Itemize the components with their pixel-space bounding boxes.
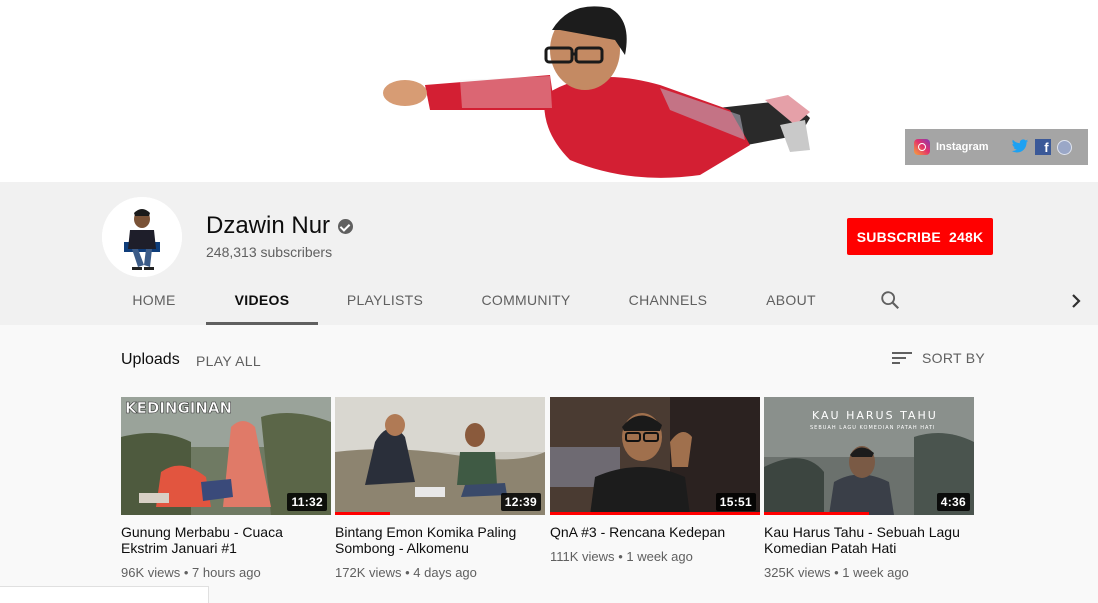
watch-progress [764, 512, 869, 515]
video-views: 111K views [550, 549, 615, 564]
video-thumbnail[interactable]: 15:51 [550, 397, 760, 515]
channel-header: Dzawin Nur 248,313 subscribers SUBSCRIBE… [0, 182, 1098, 325]
video-age: 4 days ago [413, 565, 477, 580]
video-title[interactable]: QnA #3 - Rencana Kedepan [550, 524, 760, 540]
subscriber-count: 248,313 subscribers [206, 244, 333, 260]
video-thumbnail[interactable]: KEDINGINAN 11:32 [121, 397, 331, 515]
thumbnail-caption: KEDINGINAN [125, 399, 232, 417]
channel-banner: Instagram f [0, 0, 1098, 182]
play-all-button[interactable]: PLAY ALL [196, 353, 261, 369]
video-age: 1 week ago [626, 549, 693, 564]
subscribe-button[interactable]: SUBSCRIBE 248K [847, 218, 993, 255]
tab-playlists[interactable]: PLAYLISTS [334, 279, 436, 325]
video-views: 172K views [335, 565, 402, 580]
footer-edge [0, 586, 209, 603]
subscribe-label: SUBSCRIBE [856, 228, 941, 245]
tab-channels[interactable]: CHANNELS [616, 279, 720, 325]
video-title[interactable]: Gunung Merbabu - Cuaca Ekstrim Januari #… [121, 524, 331, 556]
video-age: 1 week ago [842, 565, 909, 580]
video-meta: 111K views • 1 week ago [550, 549, 760, 564]
video-duration: 15:51 [715, 493, 756, 511]
tab-home[interactable]: HOME [118, 279, 190, 325]
video-card[interactable]: KAU HARUS TAHU SEBUAH LAGU KOMEDIAN PATA… [764, 397, 974, 580]
video-views: 96K views [121, 565, 181, 580]
subscribe-count: 248K [948, 228, 984, 245]
watch-progress [335, 512, 390, 515]
video-title[interactable]: Bintang Emon Komika Paling Sombong - Alk… [335, 524, 545, 556]
sort-label: SORT BY [922, 350, 986, 366]
channel-tabs: HOME VIDEOS PLAYLISTS COMMUNITY CHANNELS… [0, 279, 1098, 325]
channel-page: Instagram f Dzawin Nur 248,313 subscribe… [0, 0, 1098, 603]
sort-by-button[interactable]: SORT BY [892, 350, 985, 366]
tab-about[interactable]: ABOUT [752, 279, 830, 325]
video-meta: 96K views • 7 hours ago [121, 565, 331, 580]
tab-community[interactable]: COMMUNITY [468, 279, 584, 325]
chevron-right-icon[interactable] [1066, 291, 1086, 311]
watch-progress [550, 512, 760, 515]
uploads-heading: Uploads [121, 351, 180, 368]
video-meta: 325K views • 1 week ago [764, 565, 974, 580]
video-thumbnail[interactable]: 12:39 [335, 397, 545, 515]
video-duration: 11:32 [287, 493, 327, 511]
video-title[interactable]: Kau Harus Tahu - Sebuah Lagu Komedian Pa… [764, 524, 974, 556]
verified-badge-icon [338, 218, 354, 234]
video-duration: 4:36 [936, 493, 970, 511]
video-card[interactable]: 15:51 QnA #3 - Rencana Kedepan 111K view… [550, 397, 760, 564]
meta-separator: • [183, 565, 193, 580]
twitter-icon[interactable] [1011, 139, 1029, 155]
channel-name-text: Dzawin Nur [206, 212, 331, 239]
video-views: 325K views [764, 565, 831, 580]
video-age: 7 hours ago [192, 565, 261, 580]
video-thumbnail[interactable]: KAU HARUS TAHU SEBUAH LAGU KOMEDIAN PATA… [764, 397, 974, 515]
channel-avatar[interactable] [102, 197, 182, 277]
video-card[interactable]: 12:39 Bintang Emon Komika Paling Sombong… [335, 397, 545, 580]
video-card[interactable]: KEDINGINAN 11:32 Gunung Merbabu - Cuaca … [121, 397, 331, 580]
channel-name: Dzawin Nur [206, 212, 354, 240]
search-icon[interactable] [879, 289, 901, 311]
website-icon[interactable] [1056, 139, 1072, 155]
thumbnail-caption: KAU HARUS TAHU [812, 409, 938, 422]
sort-icon [892, 350, 912, 366]
instagram-icon[interactable] [914, 139, 930, 155]
video-duration: 12:39 [500, 493, 541, 511]
video-meta: 172K views • 4 days ago [335, 565, 545, 580]
facebook-icon[interactable]: f [1034, 139, 1051, 155]
banner-flying-man-image [383, 6, 810, 178]
tab-videos[interactable]: VIDEOS [206, 279, 318, 325]
social-links: Instagram f [905, 129, 1088, 165]
instagram-link[interactable]: Instagram [936, 141, 989, 153]
thumbnail-subcaption: SEBUAH LAGU KOMEDIAN PATAH HATI [810, 425, 936, 431]
